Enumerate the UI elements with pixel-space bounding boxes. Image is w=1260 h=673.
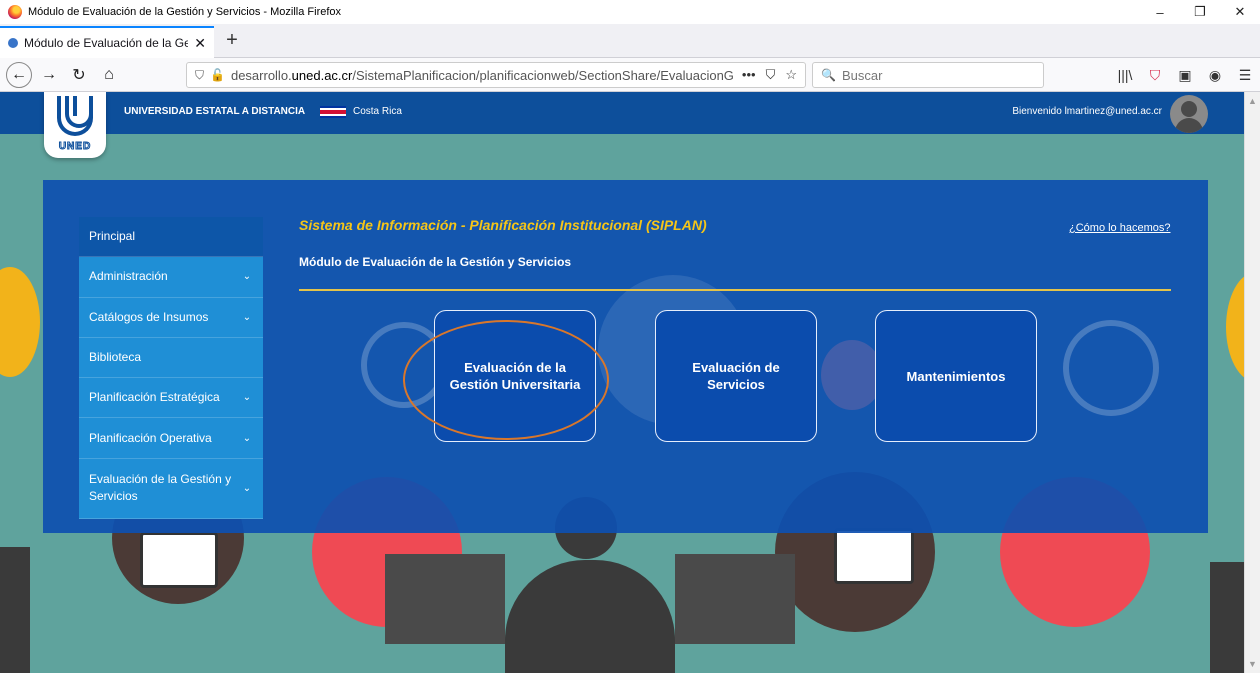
monitor-illustration [385, 554, 505, 644]
web-page: UNIVERSIDAD ESTATAL A DISTANCIA Costa Ri… [0, 92, 1244, 673]
person-illustration [505, 560, 675, 673]
restore-button[interactable]: ❐ [1180, 0, 1220, 24]
chart-illustration [140, 532, 218, 588]
browser-tools: |||\ ⛉ ▣ ◉ ☰ [1110, 62, 1260, 88]
window-controls: – ❐ ✕ [1140, 0, 1260, 24]
pocket-toolbar-icon[interactable]: ⛉ [1140, 67, 1170, 84]
sidebar-item-label: Planificación Estratégica [89, 390, 220, 405]
sidebar-item-label: Principal [89, 229, 136, 244]
window-title: Módulo de Evaluación de la Gestión y Ser… [28, 6, 342, 18]
globe-icon [8, 38, 18, 48]
home-button[interactable]: ⌂ [96, 62, 122, 88]
sidebar-item-principal[interactable]: Principal [79, 217, 263, 258]
desk-illustration [0, 547, 30, 673]
tab-close-icon[interactable]: ✕ [194, 35, 206, 52]
tile-mantenimientos[interactable]: Mantenimientos [875, 310, 1037, 442]
chevron-down-icon: ⌄ [242, 271, 252, 283]
page-actions-icon[interactable]: ••• [742, 67, 756, 83]
welcome-user: Bienvenido lmartinez@uned.ac.cr [1012, 106, 1162, 117]
search-icon: 🔍 [821, 68, 836, 82]
sidebar-item-evaluacion[interactable]: Evaluación de la Gestión y Servicios ⌄ [79, 459, 263, 519]
avatar[interactable] [1170, 95, 1208, 133]
firefox-icon [8, 5, 22, 19]
shield-icon[interactable]: ⛉ [195, 68, 204, 83]
monitor-illustration [675, 554, 795, 644]
sidebar-item-label: Planificación Operativa [89, 430, 212, 445]
country-name: Costa Rica [353, 106, 402, 117]
minimize-button[interactable]: – [1140, 0, 1180, 24]
new-tab-button[interactable]: + [220, 28, 244, 54]
pocket-icon[interactable]: ⛉ [766, 67, 776, 83]
bookmark-star-icon[interactable]: ☆ [785, 67, 797, 83]
chevron-down-icon: ⌄ [242, 432, 252, 444]
chevron-down-icon: ⌄ [242, 392, 252, 404]
account-icon[interactable]: ◉ [1200, 67, 1230, 84]
navigation-toolbar: ← → ↻ ⌂ ⛉ 🔓 desarrollo.uned.ac.cr/Sistem… [0, 58, 1260, 92]
sidebar-menu: Principal Administración ⌄ Catálogos de … [79, 217, 263, 519]
tab-title: Módulo de Evaluación de la Ge [24, 36, 189, 50]
window-titlebar: Módulo de Evaluación de la Gestión y Ser… [0, 0, 1260, 24]
clock-illustration [1063, 320, 1159, 416]
page-title: Sistema de Información - Planificación I… [299, 217, 707, 233]
library-icon[interactable]: |||\ [1110, 67, 1140, 83]
url-prefix: desarrollo. [230, 67, 292, 83]
chevron-down-icon: ⌄ [242, 311, 252, 323]
sidebar-item-administracion[interactable]: Administración ⌄ [79, 257, 263, 298]
sidebar-item-catalogos[interactable]: Catálogos de Insumos ⌄ [79, 298, 263, 338]
url-domain: uned.ac.cr [291, 67, 353, 83]
uned-logo-mark [57, 96, 93, 136]
sidebar-item-planificacion-estrategica[interactable]: Planificación Estratégica ⌄ [79, 378, 263, 419]
sidebar-item-planificacion-operativa[interactable]: Planificación Operativa ⌄ [79, 418, 263, 459]
reload-button[interactable]: ↻ [66, 62, 92, 88]
chevron-down-icon: ⌄ [242, 482, 252, 494]
close-window-button[interactable]: ✕ [1220, 0, 1260, 24]
sidebar-item-label: Biblioteca [89, 350, 142, 365]
sidebar-item-label: Evaluación de la Gestión y Servicios [89, 472, 232, 504]
sidebar-item-biblioteca[interactable]: Biblioteca [79, 338, 263, 379]
clock-illustration [0, 267, 40, 377]
search-placeholder: Buscar [841, 67, 883, 83]
hamburger-menu-icon[interactable]: ☰ [1230, 67, 1260, 84]
main-panel: Principal Administración ⌄ Catálogos de … [43, 180, 1208, 533]
insecure-lock-icon[interactable]: 🔓 [210, 68, 225, 82]
sidebar-item-label: Administración [89, 269, 168, 284]
scroll-down-icon[interactable]: ▼ [1248, 659, 1257, 669]
url-path: /SistemaPlanificacion/planificacionweb/S… [352, 67, 734, 83]
scroll-up-icon[interactable]: ▲ [1248, 96, 1257, 106]
tile-evaluacion-servicios[interactable]: Evaluación de Servicios [655, 310, 817, 442]
sidebar-item-label: Catálogos de Insumos [89, 309, 209, 324]
desk-illustration [1210, 562, 1244, 673]
clock-illustration [1226, 272, 1244, 382]
costa-rica-flag-icon [320, 106, 346, 118]
search-input[interactable]: 🔍 Buscar [812, 62, 1044, 88]
how-we-do-it-link[interactable]: ¿Cómo lo hacemos? [1069, 222, 1171, 234]
highlight-annotation-ring [403, 320, 609, 440]
site-header: UNIVERSIDAD ESTATAL A DISTANCIA Costa Ri… [0, 92, 1244, 134]
address-bar[interactable]: ⛉ 🔓 desarrollo.uned.ac.cr/SistemaPlanifi… [186, 62, 806, 88]
uned-logo[interactable]: UNED [44, 92, 106, 158]
university-name: UNIVERSIDAD ESTATAL A DISTANCIA [124, 106, 306, 117]
page-scrollbar[interactable]: ▲ ▼ [1244, 92, 1260, 673]
url-text[interactable]: desarrollo.uned.ac.cr/SistemaPlanificaci… [231, 68, 734, 83]
forward-button[interactable]: → [36, 62, 62, 88]
divider [299, 289, 1171, 291]
tab-active[interactable]: Módulo de Evaluación de la Ge ✕ [0, 26, 214, 58]
module-subtitle: Módulo de Evaluación de la Gestión y Ser… [299, 255, 572, 269]
sidebar-toggle-icon[interactable]: ▣ [1170, 67, 1200, 84]
people-illustration [821, 340, 883, 410]
back-button[interactable]: ← [6, 61, 32, 88]
tab-strip: Módulo de Evaluación de la Ge ✕ + [0, 24, 1260, 58]
calendar-illustration [834, 528, 914, 584]
page-actions: ••• ⛉ ☆ [734, 67, 805, 83]
uned-logo-text: UNED [58, 141, 92, 153]
